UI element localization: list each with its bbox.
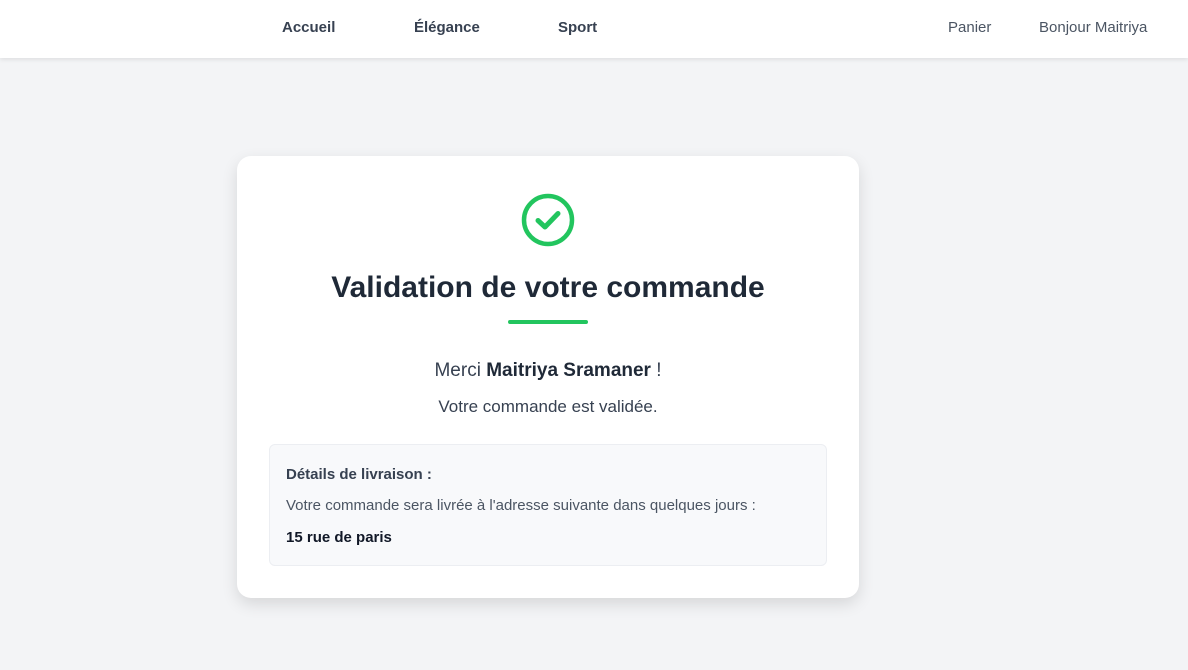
delivery-details-heading: Détails de livraison : xyxy=(286,466,432,483)
nav-link-accueil[interactable]: Accueil xyxy=(282,0,335,56)
thanks-suffix: ! xyxy=(656,360,662,381)
delivery-message: Votre commande sera livrée à l'adresse s… xyxy=(286,497,756,514)
delivery-details-box: Détails de livraison : Votre commande se… xyxy=(269,444,827,566)
thank-you-message: Merci Maitriya Sramaner ! xyxy=(237,358,859,384)
thanks-prefix: Merci xyxy=(434,360,481,381)
customer-name: Maitriya Sramaner xyxy=(486,360,651,381)
user-greeting-link[interactable]: Bonjour Maitriya xyxy=(1039,0,1147,56)
order-status-message: Votre commande est validée. xyxy=(438,397,658,416)
title-underline xyxy=(508,320,588,324)
check-circle-icon xyxy=(521,193,575,247)
delivery-address: 15 rue de paris xyxy=(286,529,392,546)
nav-link-sport[interactable]: Sport xyxy=(558,0,597,56)
page-title: Validation de votre commande xyxy=(331,271,765,304)
order-confirmation-card: Validation de votre commande Merci Maitr… xyxy=(237,156,859,598)
top-navigation-bar: Accueil Élégance Sport Panier Bonjour Ma… xyxy=(0,0,1188,58)
nav-link-elegance[interactable]: Élégance xyxy=(414,0,480,56)
nav-link-cart[interactable]: Panier xyxy=(948,0,991,56)
